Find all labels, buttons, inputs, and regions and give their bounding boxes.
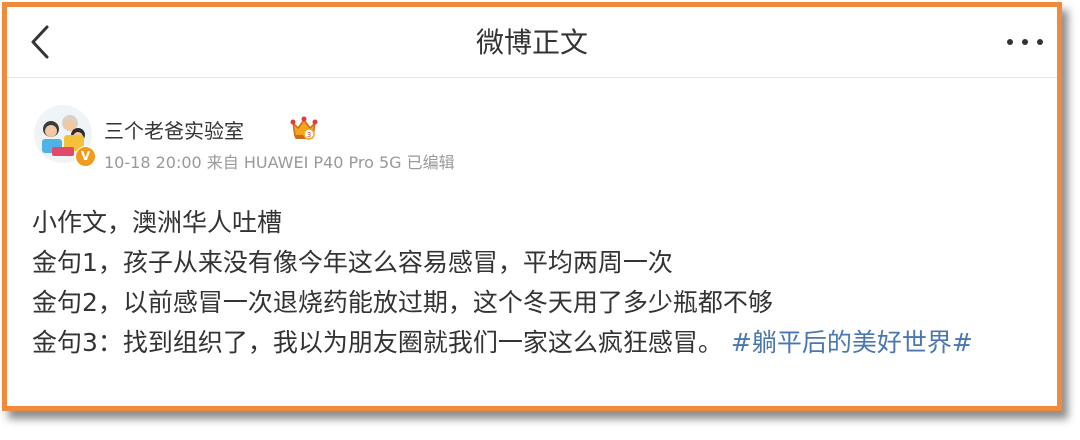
author-name[interactable]: 三个老爸实验室 — [104, 115, 244, 144]
verified-badge: V — [75, 146, 96, 167]
crown-badge-icon[interactable]: 3 — [289, 113, 319, 143]
more-button[interactable] — [1007, 35, 1043, 49]
post-line: 金句1，孩子从来没有像今年这么容易感冒，平均两周一次 — [32, 248, 673, 277]
post-line: 金句2，以前感冒一次退烧药能放过期，这个冬天用了多少瓶都不够 — [32, 288, 773, 317]
post-line-text: 金句3：找到组织了，我以为朋友圈就我们一家这么疯狂感冒。 — [32, 328, 723, 357]
screenshot-frame: 微博正文 V 三个老爸实验室 3 10-18 20:00 来自 HUAWEI P… — [2, 2, 1062, 411]
hashtag-link[interactable]: #躺平后的美好世界# — [731, 328, 973, 357]
post-content: 小作文，澳洲华人吐槽 金句1，孩子从来没有像今年这么容易感冒，平均两周一次 金句… — [32, 203, 1042, 363]
post-line-last: 金句3：找到组织了，我以为朋友圈就我们一家这么疯狂感冒。 #躺平后的美好世界# — [32, 323, 1042, 363]
post-line: 小作文，澳洲华人吐槽 — [32, 208, 283, 237]
svg-text:3: 3 — [307, 131, 311, 139]
post-meta: 10-18 20:00 来自 HUAWEI P40 Pro 5G 已编辑 — [104, 153, 455, 172]
page-title: 微博正文 — [475, 26, 588, 59]
top-nav-bar: 微博正文 — [7, 7, 1057, 78]
more-dots-icon — [1007, 39, 1013, 45]
